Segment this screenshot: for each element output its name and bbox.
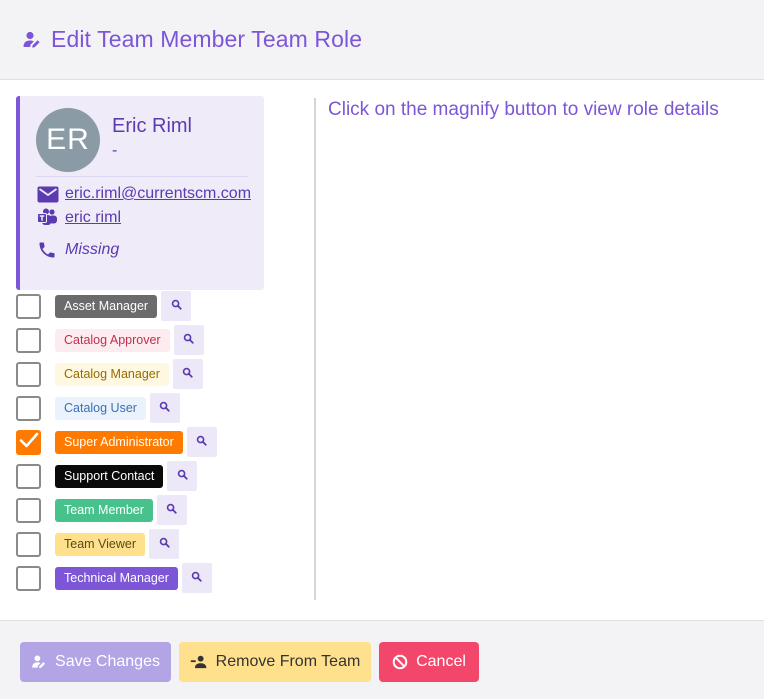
magnify-icon (166, 501, 178, 519)
magnify-button[interactable] (172, 359, 203, 389)
role-checkbox[interactable] (16, 327, 41, 353)
role-row-catalog-manager: Catalog Manager (16, 357, 203, 391)
magnify-icon (196, 433, 207, 451)
teams-row: eric riml (37, 208, 121, 228)
magnify-button[interactable] (149, 529, 180, 559)
panel-divider (314, 98, 316, 600)
magnify-button[interactable] (167, 461, 198, 491)
magnify-icon (171, 297, 182, 315)
member-card: ER Eric Riml - eric.riml@currentscm.com … (16, 96, 264, 290)
role-checkbox[interactable] (16, 463, 41, 489)
role-badge: Catalog Approver (55, 328, 170, 352)
phone-value: Missing (65, 241, 120, 258)
cancel-icon (392, 654, 408, 670)
checkmark-icon (19, 431, 39, 454)
envelope-icon (37, 184, 61, 204)
role-badge: Team Member (55, 498, 153, 522)
member-name: Eric Riml (112, 115, 192, 137)
magnify-button[interactable] (149, 393, 180, 423)
user-remove-icon (190, 654, 208, 670)
role-badge: Catalog Manager (55, 362, 169, 386)
email-row: eric.riml@currentscm.com (37, 184, 251, 204)
role-details-hint: Click on the magnify button to view role… (328, 99, 719, 120)
role-row-team-member: Team Member (16, 493, 187, 527)
magnify-icon (159, 399, 171, 417)
magnify-icon (191, 569, 203, 587)
role-row-support-contact: Support Contact (16, 459, 198, 493)
user-edit-icon (22, 30, 42, 50)
role-badge: Asset Manager (55, 294, 158, 318)
magnify-icon (159, 535, 170, 553)
remove-from-team-button[interactable]: Remove From Team (179, 642, 371, 682)
magnify-button[interactable] (161, 291, 192, 321)
magnify-icon (177, 467, 188, 485)
magnify-button[interactable] (181, 563, 212, 593)
role-row-technical-manager: Technical Manager (16, 561, 212, 595)
role-checkbox[interactable] (16, 429, 41, 455)
save-changes-label: Save Changes (55, 653, 160, 670)
member-subtitle: - (112, 142, 118, 159)
role-checkbox[interactable] (16, 497, 41, 523)
role-badge: Support Contact (55, 464, 164, 488)
role-row-team-viewer: Team Viewer (16, 527, 180, 561)
modal-title: Edit Team Member Team Role (51, 26, 363, 52)
role-badge: Team Viewer (55, 532, 146, 556)
email-link[interactable]: eric.riml@currentscm.com (65, 185, 251, 203)
role-badge: Technical Manager (55, 566, 178, 590)
teams-icon (37, 208, 61, 228)
role-checkbox[interactable] (16, 293, 41, 319)
phone-icon (37, 240, 61, 260)
remove-from-team-label: Remove From Team (215, 653, 361, 670)
save-changes-button[interactable]: Save Changes (20, 642, 171, 682)
role-row-catalog-approver: Catalog Approver (16, 323, 204, 357)
cancel-button[interactable]: Cancel (379, 642, 479, 682)
phone-row: Missing (37, 240, 119, 260)
modal-footer: Save Changes Remove From Team Cancel (0, 620, 764, 699)
avatar: ER (36, 108, 100, 172)
user-edit-icon (31, 654, 47, 670)
role-checkbox[interactable] (16, 395, 41, 421)
magnify-icon (183, 331, 194, 349)
magnify-button[interactable] (156, 495, 187, 525)
modal-header: Edit Team Member Team Role (0, 0, 764, 80)
magnify-icon (182, 365, 194, 383)
role-checkbox[interactable] (16, 531, 41, 557)
role-row-super-administrator: Super Administrator (16, 425, 217, 459)
teams-link[interactable]: eric riml (65, 209, 121, 227)
role-badge: Catalog User (55, 396, 146, 420)
role-row-asset-manager: Asset Manager (16, 289, 192, 323)
cancel-label: Cancel (416, 653, 466, 670)
role-badge: Super Administrator (55, 430, 183, 454)
card-divider (36, 176, 248, 177)
magnify-button[interactable] (186, 427, 217, 457)
role-checkbox[interactable] (16, 565, 41, 591)
magnify-button[interactable] (173, 325, 204, 355)
role-row-catalog-user: Catalog User (16, 391, 180, 425)
role-checkbox[interactable] (16, 361, 41, 387)
